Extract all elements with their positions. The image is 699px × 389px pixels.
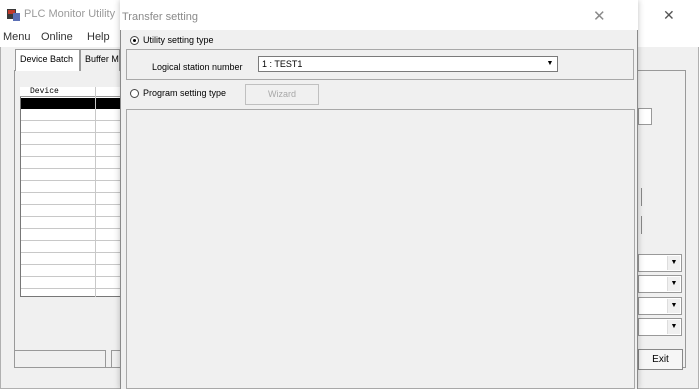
chevron-down-icon[interactable]: ▼: [667, 256, 680, 270]
menu-item-menu[interactable]: Menu: [3, 31, 31, 43]
menu-item-help[interactable]: Help: [87, 31, 110, 43]
right-combo-4[interactable]: ▼: [638, 318, 682, 336]
plc-monitor-app-icon: [7, 9, 20, 21]
right-button-edge[interactable]: [640, 216, 642, 234]
logical-station-value: 1 : TEST1: [262, 59, 303, 69]
main-close-icon[interactable]: ✕: [663, 7, 675, 24]
exit-button[interactable]: Exit: [638, 349, 683, 370]
dialog-title: Transfer setting: [122, 11, 199, 23]
menu-item-online[interactable]: Online: [41, 31, 73, 43]
grid-row-line: [21, 228, 122, 229]
grid-row-line: [21, 132, 122, 133]
grid-row-line: [21, 204, 122, 205]
tab-buffer-memory[interactable]: Buffer M: [80, 49, 120, 71]
main-window-title: PLC Monitor Utility: [24, 8, 116, 20]
grid-row-line: [21, 264, 122, 265]
grid-row-line: [21, 144, 122, 145]
dialog-close-icon[interactable]: ✕: [593, 7, 606, 25]
program-setting-panel: [126, 109, 635, 389]
program-setting-radio[interactable]: [130, 89, 139, 98]
right-combo-1[interactable]: ▼: [638, 254, 682, 272]
utility-setting-radio[interactable]: [130, 36, 139, 45]
grid-row-line: [21, 156, 122, 157]
grid-row-line: [21, 216, 122, 217]
chevron-down-icon[interactable]: ▼: [667, 299, 680, 313]
tab-device-batch[interactable]: Device Batch: [15, 49, 80, 71]
right-input-field[interactable]: [638, 108, 652, 125]
right-combo-2[interactable]: ▼: [638, 275, 682, 293]
grid-row-line: [21, 240, 122, 241]
grid-row-line: [21, 180, 122, 181]
right-button-edge[interactable]: [640, 188, 642, 206]
right-combo-3[interactable]: ▼: [638, 297, 682, 315]
logical-station-select[interactable]: 1 : TEST1: [258, 56, 558, 72]
grid-row-line: [21, 168, 122, 169]
utility-setting-label[interactable]: Utility setting type: [143, 35, 214, 45]
grid-row-line: [21, 252, 122, 253]
grid-row-line: [21, 192, 122, 193]
chevron-down-icon[interactable]: ▼: [667, 277, 680, 291]
program-setting-label[interactable]: Program setting type: [143, 88, 226, 98]
status-field: [14, 350, 106, 368]
logical-station-label: Logical station number: [152, 62, 243, 72]
wizard-button[interactable]: Wizard: [245, 84, 319, 105]
chevron-down-icon[interactable]: ▼: [667, 320, 680, 334]
grid-row-line: [21, 120, 122, 121]
grid-row-line: [21, 288, 122, 289]
device-column-header: Device: [30, 87, 59, 96]
grid-row-line: [21, 276, 122, 277]
chevron-down-icon[interactable]: ▼: [544, 58, 556, 70]
device-grid-selected-row[interactable]: [21, 98, 122, 109]
